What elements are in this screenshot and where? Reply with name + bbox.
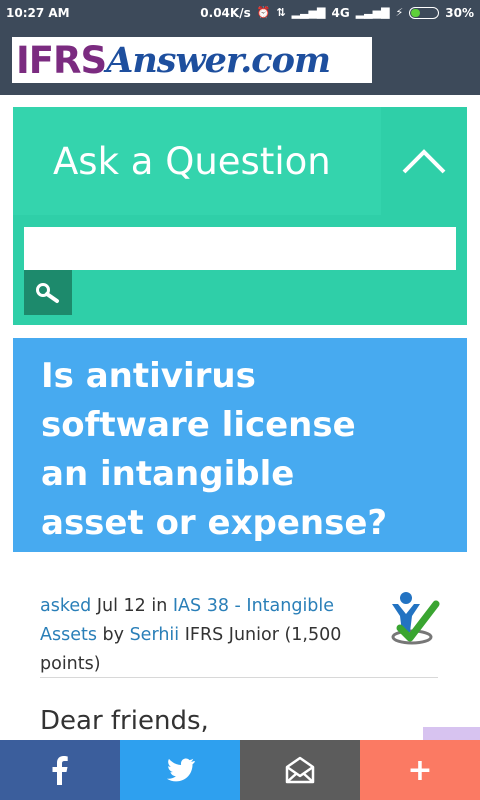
- ask-title: Ask a Question: [53, 139, 331, 183]
- site-logo[interactable]: IFRS Answer.com: [12, 37, 372, 83]
- battery-percent: 30%: [445, 5, 474, 20]
- email-icon: [285, 756, 315, 784]
- twitter-icon: [166, 758, 195, 782]
- network-speed: 0.04K/s: [200, 5, 251, 20]
- signal-icon: ▂▃▅▇: [291, 6, 326, 19]
- logo-ifrs-text: IFRS: [16, 38, 107, 82]
- ask-title-box[interactable]: Ask a Question: [13, 107, 381, 215]
- search-icon: [36, 282, 59, 303]
- question-title-box: Is antivirus software license an intangi…: [13, 338, 467, 552]
- share-more-button[interactable]: +: [360, 740, 480, 800]
- question-title-line: asset or expense?: [41, 503, 388, 543]
- search-input[interactable]: [24, 227, 456, 270]
- by-label: by: [102, 625, 124, 645]
- facebook-icon: [52, 756, 68, 785]
- chevron-up-icon: [402, 149, 446, 174]
- share-facebook-button[interactable]: [0, 740, 120, 800]
- battery-fill: [411, 8, 420, 17]
- status-right: 0.04K/s ⏰ ⇅ ▂▃▅▇ 4G ▂▃▅▇ ⚡ 30%: [200, 6, 474, 20]
- question-title-line: an intangible: [41, 454, 295, 494]
- signal-icon-2: ▂▃▅▇: [355, 6, 390, 19]
- share-bar: +: [0, 740, 480, 800]
- status-bar: 10:27 AM 0.04K/s ⏰ ⇅ ▂▃▅▇ 4G ▂▃▅▇ ⚡ 30%: [0, 0, 480, 25]
- search-button[interactable]: [24, 270, 72, 315]
- question-title: Is antivirus software license an intangi…: [41, 352, 439, 548]
- share-twitter-button[interactable]: [120, 740, 240, 800]
- charging-icon: ⚡: [395, 6, 404, 19]
- author-link[interactable]: Serhii: [130, 625, 180, 645]
- meta-divider: [40, 677, 438, 678]
- asked-date: Jul 12: [96, 596, 146, 616]
- question-title-line: software license: [41, 405, 356, 445]
- in-label: in: [151, 596, 168, 616]
- network-type: 4G: [331, 5, 350, 20]
- plus-icon: +: [407, 752, 433, 788]
- share-email-button[interactable]: [240, 740, 360, 800]
- question-meta: asked Jul 12 in IAS 38 - Intangible Asse…: [40, 592, 380, 679]
- data-transfer-icon: ⇅: [276, 6, 286, 19]
- user-avatar-icon[interactable]: [388, 590, 440, 646]
- side-tab[interactable]: [423, 727, 480, 741]
- status-time: 10:27 AM: [6, 5, 70, 20]
- site-header: IFRS Answer.com: [0, 25, 480, 95]
- ask-question-panel: Ask a Question: [13, 107, 467, 325]
- question-body-text: Dear friends,: [40, 706, 209, 736]
- collapse-toggle-button[interactable]: [381, 107, 467, 215]
- question-title-line: Is antivirus: [41, 356, 256, 396]
- battery-icon: [409, 6, 440, 19]
- alarm-icon: ⏰: [256, 6, 271, 19]
- logo-answer-text: Answer.com: [106, 39, 331, 81]
- asked-link[interactable]: asked: [40, 596, 91, 616]
